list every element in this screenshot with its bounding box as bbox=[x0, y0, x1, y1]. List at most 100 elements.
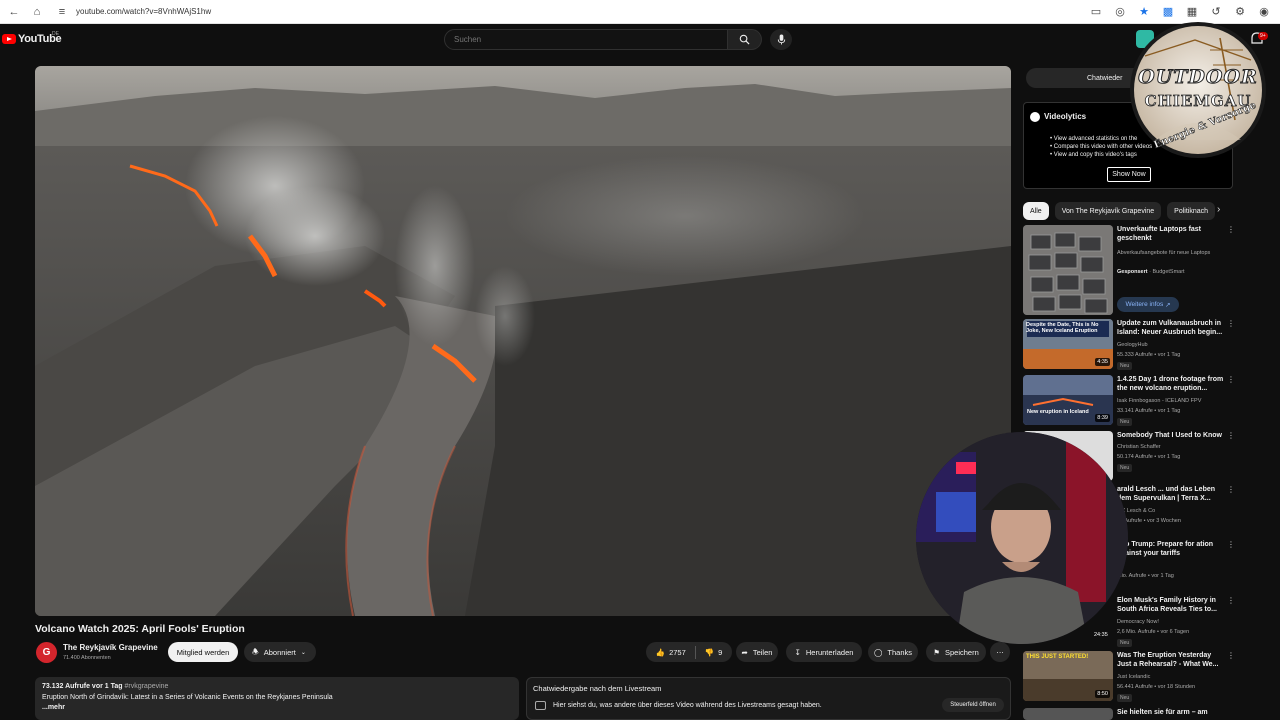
share-icon: ➦ bbox=[741, 647, 748, 657]
like-button[interactable]: 👍 2757 bbox=[656, 648, 686, 657]
video-meta: 55.333 Aufrufe • vor 1 Tag bbox=[1117, 352, 1181, 358]
home-icon[interactable]: ⌂ bbox=[29, 4, 45, 20]
cast-icon[interactable]: ▭ bbox=[1088, 4, 1104, 20]
videolytics-logo-icon bbox=[1030, 112, 1040, 122]
video-thumbnail: Despite the Date, This is No Joke, New I… bbox=[1023, 319, 1113, 369]
star-icon[interactable]: ★ bbox=[1136, 4, 1152, 20]
share-button[interactable]: ➦ Teilen bbox=[736, 642, 778, 662]
eye-off-icon[interactable]: ◎ bbox=[1112, 4, 1128, 20]
show-more-link[interactable]: ...mehr bbox=[42, 704, 512, 711]
video-thumbnail bbox=[1023, 708, 1113, 720]
video-title: 1.4.25 Day 1 drone footage from the new … bbox=[1117, 376, 1224, 392]
channel-name[interactable]: Isak Finnbogason - ICELAND FPV bbox=[1117, 398, 1201, 404]
more-vertical-icon[interactable]: ⋮ bbox=[1227, 319, 1235, 328]
save-button[interactable]: ⚑ Speichern bbox=[926, 642, 986, 662]
bookmark-icon: ⚑ bbox=[933, 647, 940, 657]
more-vertical-icon[interactable]: ⋮ bbox=[1227, 540, 1235, 549]
video-title: Sie hielten sie für arm – am bbox=[1117, 709, 1208, 716]
views-date: 73.132 Aufrufe vor 1 Tag bbox=[42, 683, 123, 690]
ad-description: Abverkaufsangebote für neue Laptops bbox=[1117, 250, 1211, 256]
download-icon: ↧ bbox=[794, 647, 801, 657]
puzzle-icon[interactable]: ▦ bbox=[1184, 4, 1200, 20]
voice-search-button[interactable] bbox=[770, 29, 792, 50]
more-vertical-icon[interactable]: ⋮ bbox=[1227, 225, 1235, 234]
show-now-button[interactable]: Show Now bbox=[1107, 167, 1151, 182]
recommendation-item[interactable]: THIS JUST STARTED! 8:50 Was The Eruption… bbox=[1023, 651, 1253, 703]
ad-title: Unverkaufte Laptops fast geschenkt bbox=[1117, 226, 1202, 242]
video-duration: 4:35 bbox=[1095, 358, 1110, 366]
video-player[interactable] bbox=[35, 66, 1011, 616]
chip-all[interactable]: Alle bbox=[1023, 202, 1049, 220]
sponsored-label: Gesponsert bbox=[1117, 269, 1148, 275]
thumbnail-text: THIS JUST STARTED! bbox=[1026, 654, 1089, 660]
region-code: DE bbox=[52, 31, 59, 37]
chevron-right-icon[interactable]: › bbox=[1217, 204, 1220, 215]
microphone-icon bbox=[777, 34, 785, 45]
extension-icon[interactable]: ▩ bbox=[1160, 4, 1176, 20]
address-bar[interactable]: youtube.com/watch?v=8VnhWAjS1hw bbox=[76, 7, 211, 16]
channel-name[interactable]: Christian Schaffer bbox=[1117, 444, 1161, 450]
youtube-logo[interactable]: YouTube DE bbox=[2, 31, 62, 45]
webcam-duration: 24:35 bbox=[1094, 632, 1108, 638]
channel-name[interactable]: The Reykjavík Grapevine bbox=[63, 643, 158, 652]
description-text: Eruption North of Grindavík: Latest in a… bbox=[42, 694, 333, 701]
more-vertical-icon[interactable]: ⋮ bbox=[1227, 485, 1235, 494]
thumbs-up-icon: 👍 bbox=[655, 647, 666, 657]
more-vertical-icon[interactable]: ⋮ bbox=[1227, 431, 1235, 440]
new-badge: Neu bbox=[1117, 362, 1133, 370]
recommendation-item[interactable]: Sie hielten sie für arm – am bbox=[1023, 708, 1253, 720]
open-panel-button[interactable]: Steuerfeld öffnen bbox=[942, 698, 1004, 712]
recommendation-item[interactable]: New eruption in Iceland 8:39 1.4.25 Day … bbox=[1023, 375, 1253, 427]
external-link-icon: ↗ bbox=[1165, 301, 1171, 309]
chat-icon bbox=[535, 701, 546, 710]
video-title: e to Trump: Prepare for ation against yo… bbox=[1117, 541, 1214, 557]
channel-avatar[interactable]: G bbox=[36, 642, 57, 663]
search-button[interactable] bbox=[728, 29, 762, 50]
ad-item[interactable]: Unverkaufte Laptops fast geschenkt Abver… bbox=[1023, 225, 1253, 315]
thumbs-down-icon: 👎 bbox=[704, 647, 715, 657]
browser-actions: ▭ ◎ ★ ▩ ▦ ↺ ⚙ ◉ bbox=[1088, 4, 1272, 20]
thumbnail-text: Despite the Date, This is No Joke, New I… bbox=[1026, 322, 1099, 334]
profile-icon[interactable]: ◉ bbox=[1256, 4, 1272, 20]
more-vertical-icon[interactable]: ⋮ bbox=[1227, 651, 1235, 660]
more-actions-button[interactable]: ⋯ bbox=[990, 642, 1010, 662]
recommendation-item[interactable]: Despite the Date, This is No Joke, New I… bbox=[1023, 319, 1253, 371]
divider bbox=[694, 645, 696, 659]
subscribed-button[interactable]: 🕭 Abonniert ⌄ bbox=[244, 642, 316, 662]
chip-politics[interactable]: Politiknach bbox=[1167, 202, 1216, 220]
dislike-count: 9 bbox=[718, 647, 723, 657]
back-arrow-icon[interactable]: ← bbox=[6, 4, 22, 20]
thanks-button[interactable]: ◯ Thanks bbox=[868, 642, 918, 662]
settings-icon[interactable]: ⚙ bbox=[1232, 4, 1248, 20]
bell-icon: 🕭 bbox=[252, 646, 259, 656]
search-input[interactable] bbox=[454, 35, 714, 44]
dislike-button[interactable]: 👎 9 bbox=[705, 648, 723, 657]
chat-replay-box: Chatwiedergabe nach dem Livestream Hier … bbox=[526, 677, 1011, 720]
hashtag[interactable]: #rvkgrapevine bbox=[124, 683, 168, 690]
channel-name[interactable]: Just Icelandic bbox=[1117, 674, 1150, 680]
download-button[interactable]: ↧ Herunterladen bbox=[786, 642, 862, 662]
video-meta: 2,6 Mio. Aufrufe • vor 6 Tagen bbox=[1117, 629, 1190, 635]
more-info-label: Weitere infos bbox=[1125, 301, 1164, 308]
video-meta: 50.174 Aufrufe • vor 1 Tag bbox=[1117, 454, 1181, 460]
laptops-image bbox=[1023, 225, 1113, 315]
join-button[interactable]: Mitglied werden bbox=[168, 642, 238, 662]
more-vertical-icon[interactable]: ⋮ bbox=[1227, 596, 1235, 605]
logo-line-1: OUTDOOR bbox=[1138, 66, 1258, 89]
filter-chips: Alle Von The Reykjavík Grapevine Politik… bbox=[1023, 202, 1216, 220]
chip-channel[interactable]: Von The Reykjavík Grapevine bbox=[1054, 202, 1162, 220]
chat-replay-text: Hier siehst du, was andere über dieses V… bbox=[553, 702, 822, 709]
more-vertical-icon[interactable]: ⋮ bbox=[1227, 375, 1235, 384]
description-box[interactable]: 73.132 Aufrufe vor 1 Tag #rvkgrapevine E… bbox=[35, 677, 519, 720]
video-meta: 56.441 Aufrufe • vor 18 Stunden bbox=[1117, 684, 1196, 690]
channel-name[interactable]: GeologyHub bbox=[1117, 342, 1148, 348]
chevron-down-icon: ⌄ bbox=[300, 649, 306, 656]
channel-name[interactable]: Democracy Now! bbox=[1117, 619, 1159, 625]
like-count: 2757 bbox=[669, 647, 686, 657]
chat-replay-title: Chatwiedergabe nach dem Livestream bbox=[533, 684, 662, 693]
history-icon[interactable]: ↺ bbox=[1208, 4, 1224, 20]
video-meta: Mio. Aufrufe • vor 1 Tag bbox=[1117, 573, 1174, 579]
thanks-icon: ◯ bbox=[873, 647, 883, 657]
site-settings-icon[interactable]: ≡ bbox=[54, 4, 70, 20]
more-info-button[interactable]: Weitere infos ↗ bbox=[1117, 297, 1179, 312]
